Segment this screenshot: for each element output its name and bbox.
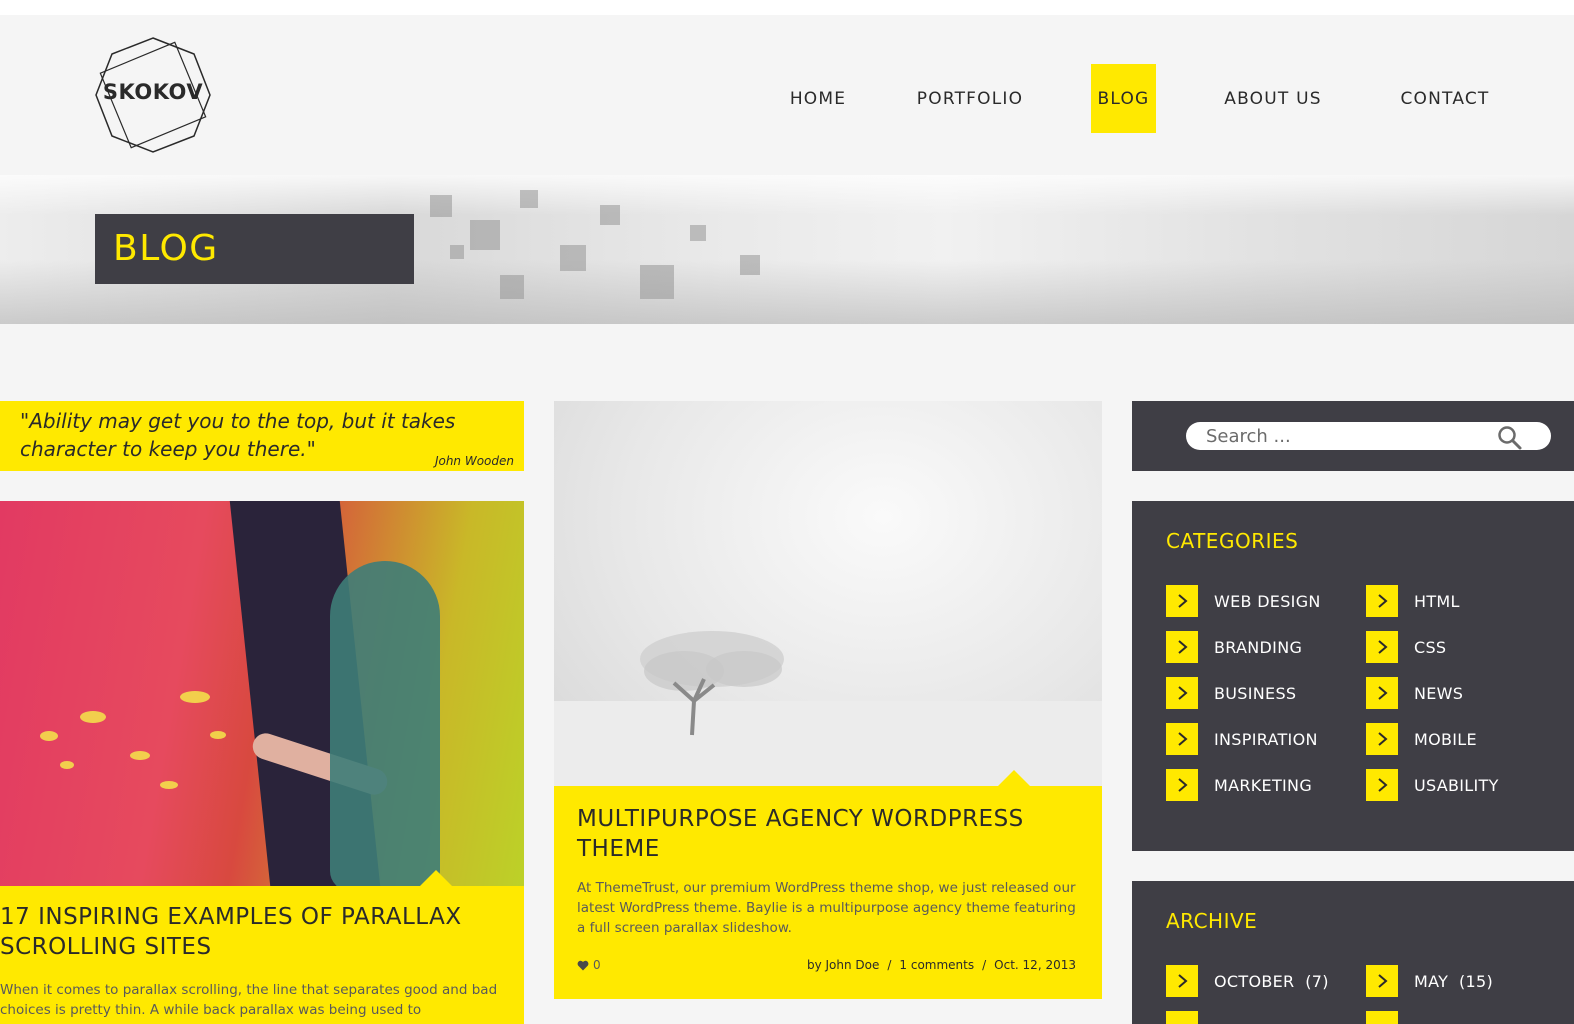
post-comments[interactable]: 1 comments [899,958,974,972]
likes-count: 0 [593,958,601,972]
category-label: BUSINESS [1214,683,1297,703]
logo-text: SKOKOV [102,80,204,104]
hero-light-band [0,175,1574,215]
image-splash [160,781,178,789]
hero-pixel [520,190,538,208]
post-date: Oct. 12, 2013 [994,958,1076,972]
page-title-box: BLOG [95,214,414,284]
category-label: CSS [1414,637,1447,657]
chevron-right-icon [1366,965,1398,997]
page-title: BLOG [113,228,219,269]
nav-portfolio[interactable]: PORTFOLIO [914,64,1026,133]
site-logo[interactable]: SKOKOV [94,36,212,154]
image-splash [130,751,150,760]
meta-separator: / [982,958,987,972]
archive-next-item[interactable] [1166,1011,1198,1024]
category-label: MARKETING [1214,775,1313,795]
post-author[interactable]: by John Doe [807,958,879,972]
category-label: MOBILE [1414,729,1477,749]
image-splash [40,731,58,741]
sidebar-categories: CATEGORIES WEB DESIGN HTML BRANDING CSS … [1132,501,1574,851]
image-splash [60,761,74,769]
category-label: HTML [1414,591,1460,611]
category-inspiration[interactable]: INSPIRATION [1166,723,1318,755]
chevron-right-icon [1166,723,1198,755]
category-news[interactable]: NEWS [1366,677,1463,709]
chevron-right-icon [1366,585,1398,617]
category-mobile[interactable]: MOBILE [1366,723,1477,755]
archive-label: MAY (15) [1414,971,1493,991]
hero-pixel [450,245,464,259]
chevron-right-icon [1366,723,1398,755]
top-strip [0,0,1574,15]
chevron-right-icon [1166,631,1198,663]
chevron-right-icon [1366,769,1398,801]
post-excerpt: When it comes to parallax scrolling, the… [0,982,498,1018]
category-label: BRANDING [1214,637,1303,657]
chevron-right-icon [1166,965,1198,997]
tree-illustration [554,631,1102,787]
hero-pixel [470,220,500,250]
image-figure [330,561,440,886]
image-splash [210,731,226,739]
post-excerpt: At ThemeTrust, our premium WordPress the… [577,880,1076,936]
nav-blog[interactable]: BLOG [1091,64,1156,133]
chevron-right-icon [1166,1011,1198,1024]
post-image-parallax[interactable] [0,501,524,886]
categories-heading: CATEGORIES [1166,529,1299,553]
nav-about-us[interactable]: ABOUT US [1220,64,1326,133]
image-splash [80,711,106,723]
sidebar-search [1132,401,1574,471]
category-branding[interactable]: BRANDING [1166,631,1302,663]
category-css[interactable]: CSS [1366,631,1446,663]
category-label: NEWS [1414,683,1464,703]
category-label: INSPIRATION [1214,729,1318,749]
hero-pixel [740,255,760,275]
category-marketing[interactable]: MARKETING [1166,769,1312,801]
category-html[interactable]: HTML [1366,585,1460,617]
nav-home[interactable]: HOME [784,64,852,133]
chevron-right-icon [1166,769,1198,801]
category-label: USABILITY [1414,775,1499,795]
post-notch [998,770,1030,786]
sidebar-archive: ARCHIVE OCTOBER (7) MAY (15) [1132,881,1574,1024]
chevron-right-icon [1366,1011,1398,1024]
category-business[interactable]: BUSINESS [1166,677,1296,709]
heart-icon [577,960,589,970]
post-title[interactable]: MULTIPURPOSE AGENCY WORDPRESS THEME [577,804,1077,864]
category-label: WEB DESIGN [1214,591,1321,611]
hero-pixel [600,205,620,225]
chevron-right-icon [1366,631,1398,663]
archive-october[interactable]: OCTOBER (7) [1166,965,1329,997]
chevron-right-icon [1166,677,1198,709]
quote-author: John Wooden [434,454,514,468]
archive-label: OCTOBER (7) [1214,971,1329,991]
image-splash [180,691,210,703]
hero-pixel [690,225,706,241]
category-usability[interactable]: USABILITY [1366,769,1499,801]
chevron-right-icon [1166,585,1198,617]
category-web-design[interactable]: WEB DESIGN [1166,585,1321,617]
post-likes[interactable]: 0 [577,958,601,972]
hero-pixel [640,265,674,299]
meta-separator: / [887,958,892,972]
post-card-2: MULTIPURPOSE AGENCY WORDPRESS THEME At T… [554,786,1102,999]
hero-pixel [500,275,524,299]
archive-may[interactable]: MAY (15) [1366,965,1493,997]
post-meta: by John Doe / 1 comments / Oct. 12, 2013 [807,958,1076,972]
hero-pixel [560,245,586,271]
nav-contact[interactable]: CONTACT [1395,64,1495,133]
hero-pixel [430,195,452,217]
quote-card: "Ability may get you to the top, but it … [0,401,524,471]
archive-next-item[interactable] [1366,1011,1398,1024]
post-image-tree[interactable] [554,401,1102,787]
search-icon[interactable] [1497,425,1523,451]
post-notch [420,870,452,886]
chevron-right-icon [1366,677,1398,709]
post-title[interactable]: 17 INSPIRING EXAMPLES OF PARALLAX SCROLL… [0,902,500,962]
post-card-1: 17 INSPIRING EXAMPLES OF PARALLAX SCROLL… [0,886,524,1024]
archive-heading: ARCHIVE [1166,909,1258,933]
